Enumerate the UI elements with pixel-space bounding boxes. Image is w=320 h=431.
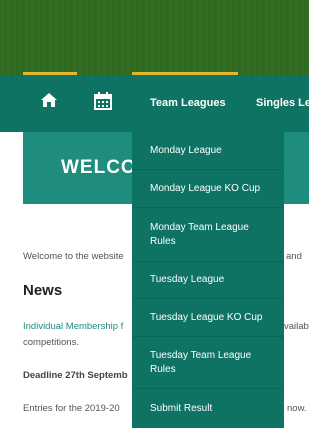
dropdown-item-label: Submit Result <box>150 402 213 414</box>
competitions-text: competitions. <box>23 337 79 348</box>
dropdown-item-monday-ko-cup[interactable]: Monday League KO Cup <box>132 170 284 208</box>
dropdown-item-tuesday-league[interactable]: Tuesday League <box>132 262 284 299</box>
dropdown-item-submit-result[interactable]: Submit Result <box>132 389 284 428</box>
intro-text-end: and <box>286 251 302 262</box>
deadline-text: Deadline 27th Septemb <box>23 370 128 381</box>
dropdown-item-label: Monday League <box>150 144 222 156</box>
welcome-title: WELCO <box>61 157 137 178</box>
home-icon[interactable] <box>40 92 58 112</box>
entries-text-end: now. <box>287 403 307 414</box>
dropdown-item-tuesday-rules[interactable]: Tuesday Team League Rules <box>132 337 284 389</box>
intro-text: Welcome to the website <box>23 251 124 262</box>
header-banner <box>0 0 309 75</box>
dropdown-item-label: Tuesday League <box>150 274 225 285</box>
dropdown-item-label: Tuesday League KO Cup <box>150 311 263 323</box>
dropdown-item-label: Monday League KO Cup <box>150 182 261 194</box>
dropdown-item-monday-rules[interactable]: Monday Team League Rules <box>132 208 284 262</box>
dropdown-item-monday-league[interactable]: Monday League <box>132 132 284 170</box>
membership-text-end: vailab <box>284 321 309 332</box>
news-heading: News <box>23 282 63 299</box>
nav-singles-leagues[interactable]: Singles Lea <box>256 97 317 109</box>
team-leagues-dropdown: Monday League Monday League KO Cup Monda… <box>132 132 284 428</box>
home-icon-glyph <box>41 93 57 107</box>
membership-link[interactable]: Individual Membership f <box>23 321 123 332</box>
nav-team-leagues[interactable]: Team Leagues <box>150 97 226 109</box>
calendar-icon-glyph <box>94 92 112 110</box>
dropdown-item-label: Monday Team League Rules <box>150 221 249 247</box>
calendar-icon[interactable] <box>94 92 112 114</box>
entries-text: Entries for the 2019-20 <box>23 403 120 414</box>
dropdown-item-label: Tuesday Team League Rules <box>150 349 252 375</box>
main-navbar: Team Leagues Singles Lea <box>0 75 317 132</box>
dropdown-item-tuesday-ko-cup[interactable]: Tuesday League KO Cup <box>132 299 284 337</box>
